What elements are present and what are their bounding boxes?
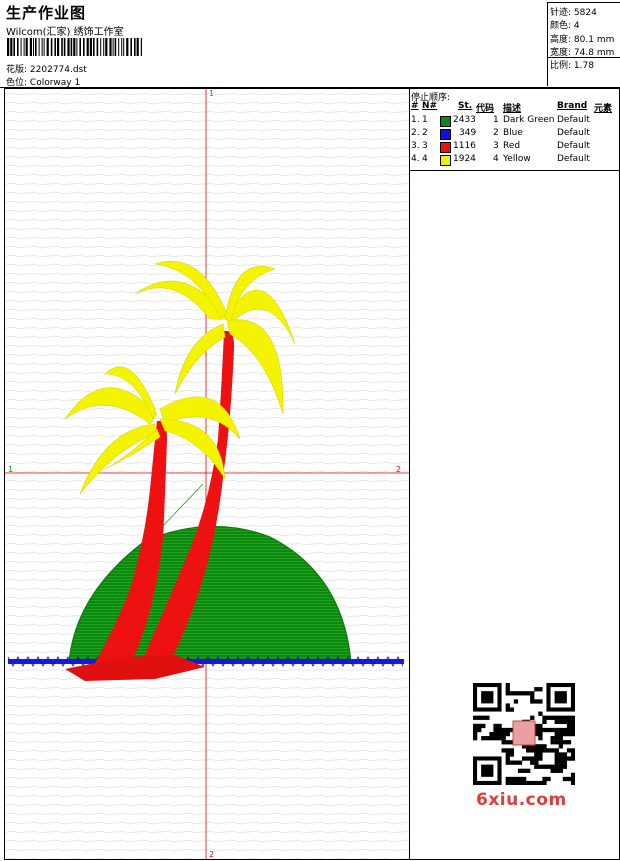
col-desc: 描述 <box>503 104 522 114</box>
col-hash: # <box>411 101 419 111</box>
stats-divider <box>548 57 620 58</box>
stat-scale: 比例: 1.78 <box>550 61 594 71</box>
table-row[interactable]: 2. 2 349 2 Blue Default <box>409 128 620 141</box>
table-row[interactable]: 4. 4 1924 4 Yellow Default <box>409 154 620 167</box>
axis-label-right: 2 <box>396 465 401 474</box>
embroidery-canvas[interactable]: 1 1 2 2 <box>5 89 409 859</box>
color-swatch <box>440 116 451 127</box>
watermark-logo: 6xiu.com <box>476 790 567 810</box>
axis-label-left: 1 <box>8 465 13 474</box>
canvas-background <box>5 89 409 859</box>
header-frame <box>0 0 620 88</box>
col-st: St. <box>458 101 473 111</box>
axis-label-top: 1 <box>209 89 214 98</box>
stats-box: 针迹: 5824 颜色: 4 高度: 80.1 mm 宽度: 74.8 mm 比… <box>547 3 620 86</box>
col-brand: Brand <box>557 101 588 111</box>
table-row[interactable]: 1. 1 2433 1 Dark Green Default <box>409 115 620 128</box>
panel-divider <box>409 170 620 171</box>
stat-height: 高度: 80.1 mm <box>550 35 615 45</box>
stat-stitches: 针迹: 5824 <box>550 8 597 18</box>
col-element: 元素 <box>594 104 613 114</box>
axis-label-bottom: 2 <box>209 850 214 859</box>
table-row[interactable]: 3. 3 1116 3 Red Default <box>409 141 620 154</box>
stop-sequence-header: # N# St. 代码 描述 Brand 元素 <box>409 101 620 114</box>
col-code: 代码 <box>476 104 495 114</box>
color-swatch <box>440 142 451 153</box>
color-swatch <box>440 155 451 166</box>
col-n: N# <box>422 101 438 111</box>
qr-code[interactable] <box>473 683 575 785</box>
stat-colors: 颜色: 4 <box>550 21 580 31</box>
color-swatch <box>440 129 451 140</box>
